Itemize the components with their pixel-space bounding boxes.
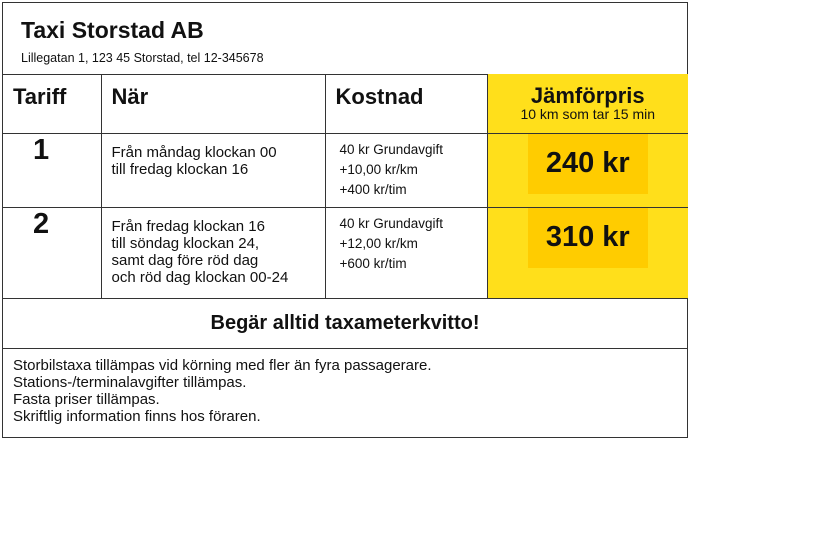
cost-per-hour: +600 kr/tim (339, 255, 407, 271)
price-box: 240 kr (527, 133, 648, 194)
tariff-when: Från fredag klockan 16 till söndag klock… (100, 206, 326, 299)
cost-per-km: +12,00 kr/km (339, 235, 418, 251)
footer-note: Storbilstaxa tillämpas vid körning med f… (13, 357, 432, 374)
footer-notes: Storbilstaxa tillämpas vid körning med f… (13, 357, 432, 425)
table-header-row: Tariff När Kostnad Jämförpris 10 km som … (3, 74, 688, 134)
company-address: Lillegatan 1, 123 45 Storstad, tel 12-34… (21, 51, 264, 65)
cost-per-km: +10,00 kr/km (339, 161, 418, 177)
tariff-comparison-price: 240 kr (486, 132, 688, 208)
tariff-cost: 40 kr Grundavgift +10,00 kr/km +400 kr/t… (324, 132, 488, 208)
cost-base-fee: 40 kr Grundavgift (339, 141, 444, 157)
cost-per-hour: +400 kr/tim (339, 181, 407, 197)
tariff-table: Tariff När Kostnad Jämförpris 10 km som … (3, 74, 688, 299)
column-header-comparison: Jämförpris 10 km som tar 15 min (486, 74, 688, 134)
footer-note: Fasta priser tillämpas. (13, 391, 160, 408)
tariff-when: Från måndag klockan 00 till fredag klock… (100, 132, 326, 208)
price-box: 310 kr (527, 207, 648, 268)
receipt-notice: Begär alltid taxameterkvitto! (3, 298, 687, 349)
price-sheet: Taxi Storstad AB Lillegatan 1, 123 45 St… (2, 2, 688, 438)
company-name: Taxi Storstad AB (21, 17, 204, 43)
table-row: 2 Från fredag klockan 16 till söndag klo… (3, 206, 688, 299)
tariff-number: 1 (3, 132, 102, 208)
tariff-cost: 40 kr Grundavgift +12,00 kr/km +600 kr/t… (324, 206, 488, 299)
column-header-when: När (100, 74, 326, 134)
tariff-comparison-price: 310 kr (486, 206, 688, 299)
company-header: Taxi Storstad AB Lillegatan 1, 123 45 St… (3, 3, 687, 75)
column-header-tariff: Tariff (3, 74, 102, 134)
column-header-cost: Kostnad (324, 74, 488, 134)
footer-note: Skriftlig information finns hos föraren. (13, 408, 261, 425)
cost-base-fee: 40 kr Grundavgift (339, 215, 444, 231)
footer-note: Stations-/terminalavgifter tillämpas. (13, 374, 247, 391)
comparison-subtitle: 10 km som tar 15 min (520, 106, 656, 122)
table-row: 1 Från måndag klockan 00 till fredag klo… (3, 132, 688, 208)
tariff-number: 2 (3, 206, 102, 299)
